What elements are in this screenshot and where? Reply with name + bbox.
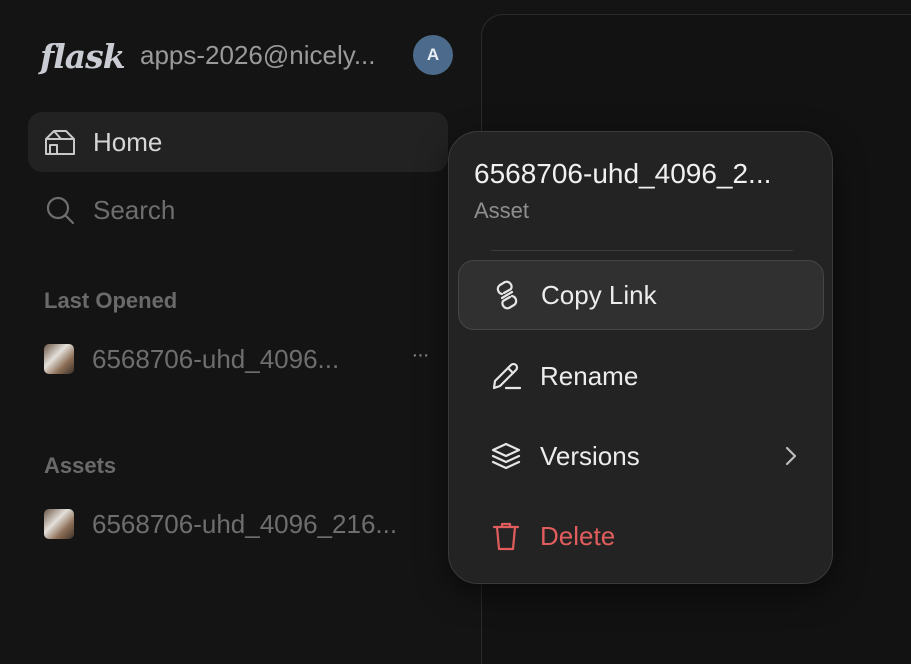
file-name: 6568706-uhd_4096_216... (92, 508, 398, 539)
context-menu: 6568706-uhd_4096_2... Asset Copy Link Re… (448, 131, 833, 584)
sidebar-header: flask (40, 36, 130, 76)
app-logo[interactable]: flask (40, 37, 130, 76)
menu-item-label: Copy Link (541, 279, 657, 310)
menu-item-label: Delete (540, 520, 616, 551)
chevron-right-icon (780, 444, 800, 468)
file-thumbnail (44, 509, 74, 539)
menu-item-label: Versions (540, 440, 640, 471)
menu-item-label: Rename (540, 360, 639, 391)
versions-menu-item[interactable]: Versions (458, 421, 824, 491)
trash-icon (489, 519, 523, 553)
file-thumbnail (44, 344, 74, 374)
menu-divider (491, 250, 793, 251)
pencil-icon (489, 359, 523, 393)
app-window: flask apps-2026@nicely... A Home Search … (0, 0, 911, 664)
menu-title: 6568706-uhd_4096_2... (474, 158, 772, 189)
last-opened-heading: Last Opened (44, 288, 178, 313)
sidebar-item-home[interactable]: Home (28, 112, 448, 172)
layers-icon (489, 439, 523, 473)
search-icon (44, 194, 76, 226)
sidebar-item-label: Home (93, 126, 163, 157)
link-icon (490, 278, 524, 312)
delete-menu-item[interactable]: Delete (458, 501, 824, 571)
menu-subtitle: Asset (474, 198, 530, 223)
file-name: 6568706-uhd_4096... (92, 343, 340, 374)
avatar[interactable]: A (413, 35, 453, 75)
account-name[interactable]: apps-2026@nicely... (140, 40, 376, 71)
sidebar: flask apps-2026@nicely... A Home Search … (0, 0, 470, 664)
sidebar-item-label: Search (93, 194, 176, 225)
last-opened-item[interactable]: 6568706-uhd_4096... (44, 339, 444, 379)
assets-heading: Assets (44, 453, 117, 478)
home-icon (44, 126, 76, 158)
sidebar-item-search[interactable]: Search (28, 180, 448, 240)
more-options-button[interactable]: ··· (408, 345, 432, 369)
asset-item[interactable]: 6568706-uhd_4096_216... (44, 504, 444, 544)
rename-menu-item[interactable]: Rename (458, 341, 824, 411)
copy-link-menu-item[interactable]: Copy Link (458, 260, 824, 330)
